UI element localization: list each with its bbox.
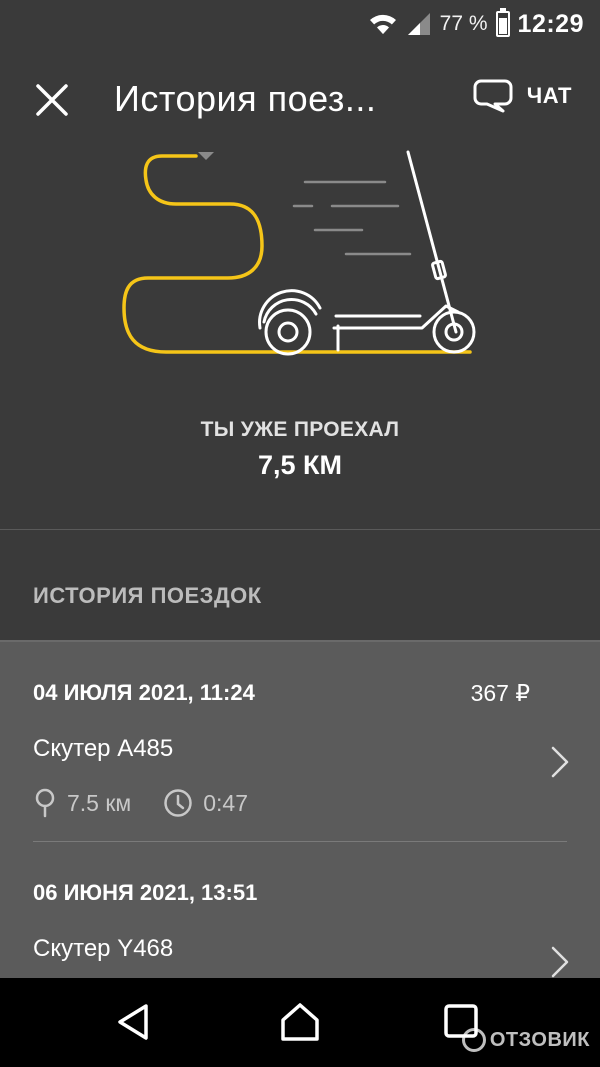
- trip-distance-group: 7.5 км: [33, 788, 131, 818]
- ride-summary: ТЫ УЖЕ ПРОЕХАЛ 7,5 КМ: [0, 140, 600, 530]
- trip-duration-group: 0:47: [163, 788, 248, 818]
- chevron-right-icon: [551, 746, 569, 778]
- chat-button[interactable]: ЧАТ: [473, 78, 572, 114]
- pin-icon: [35, 788, 55, 818]
- trip-vehicle: Скутер A485: [33, 735, 174, 762]
- trip-duration: 0:47: [203, 789, 249, 816]
- chevron-right-icon: [551, 946, 569, 978]
- trip-item[interactable]: 06 ИЮНЯ 2021, 13:51 Скутер Y468: [0, 842, 600, 978]
- history-title: ИСТОРИЯ ПОЕЗДОК: [33, 583, 262, 608]
- chat-icon: [473, 79, 513, 113]
- wifi-icon: [369, 14, 396, 34]
- ride-caption: ТЫ УЖЕ ПРОЕХАЛ: [200, 418, 400, 441]
- page-title: История поез...: [114, 78, 377, 119]
- system-nav-bar: ОТЗОВИК: [0, 978, 600, 1067]
- signal-icon: [407, 13, 430, 35]
- watermark-logo-icon: [461, 1028, 486, 1052]
- home-icon: [281, 1003, 319, 1041]
- trip-distance: 7.5 км: [67, 789, 132, 816]
- trip-date: 06 ИЮНЯ 2021, 13:51: [33, 880, 258, 905]
- back-icon: [118, 1004, 148, 1040]
- status-bar: 77 % 12:29: [0, 0, 600, 50]
- trip-list: 04 ИЮЛЯ 2021, 11:24 367 ₽ Скутер A485 7.…: [0, 640, 600, 978]
- trip-date: 04 ИЮЛЯ 2021, 11:24: [33, 680, 255, 705]
- trip-open-button[interactable]: [550, 745, 570, 784]
- chat-label: ЧАТ: [526, 83, 572, 108]
- close-icon: [36, 84, 68, 116]
- status-indicators: 77 % 12:29: [368, 8, 584, 40]
- scooter-illustration: [122, 150, 476, 356]
- clock-icon: [164, 789, 192, 817]
- trip-item[interactable]: 04 ИЮЛЯ 2021, 11:24 367 ₽ Скутер A485 7.…: [0, 642, 600, 842]
- home-button[interactable]: [278, 1000, 322, 1044]
- history-section-header: ИСТОРИЯ ПОЕЗДОК: [0, 530, 600, 640]
- battery-icon: [495, 8, 510, 37]
- trip-price: 367 ₽: [470, 680, 530, 706]
- close-button[interactable]: [28, 76, 76, 124]
- back-button[interactable]: [112, 1000, 156, 1044]
- watermark-text: ОТЗОВИК: [489, 1028, 590, 1051]
- trip-open-button[interactable]: [550, 945, 570, 978]
- clock-time: 12:29: [517, 9, 584, 38]
- trip-vehicle: Скутер Y468: [33, 935, 174, 962]
- watermark: ОТЗОВИК: [461, 1028, 590, 1052]
- trip-meta: 7.5 км 0:47: [33, 788, 280, 818]
- app-header: История поез... ЧАТ: [0, 60, 600, 140]
- ride-total-distance: 7,5 КМ: [257, 450, 342, 480]
- battery-percent: 77 %: [439, 12, 488, 35]
